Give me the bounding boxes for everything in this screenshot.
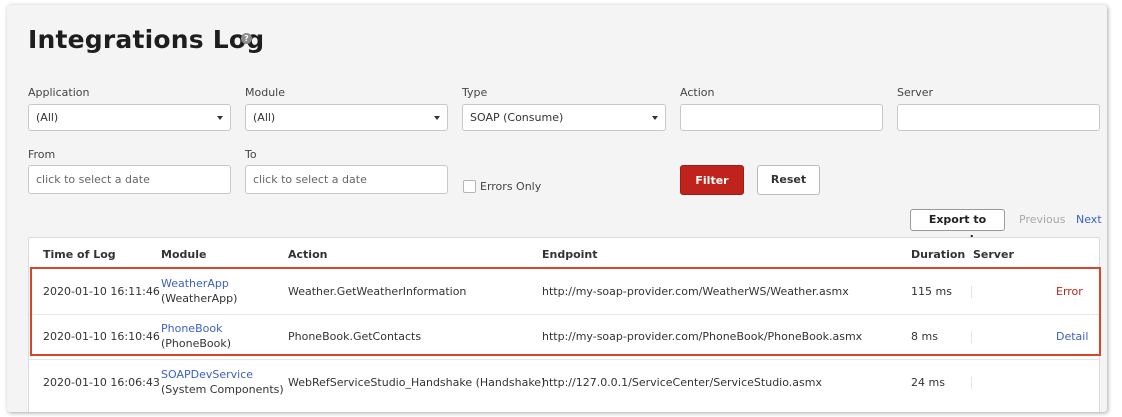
module-label: Module bbox=[245, 86, 285, 99]
from-label: From bbox=[28, 148, 56, 161]
column-header-action: Action bbox=[288, 248, 328, 261]
table-row[interactable]: 2020-01-10 16:10:46 PhoneBook (PhoneBook… bbox=[29, 315, 1099, 359]
pagination-next[interactable]: Next bbox=[1076, 213, 1102, 226]
column-header-time: Time of Log bbox=[43, 248, 116, 261]
row-action: WebRefServiceStudio_Handshake (Handshake… bbox=[288, 376, 546, 389]
row-endpoint: http://127.0.0.1/ServiceCenter/ServiceSt… bbox=[542, 376, 822, 389]
column-header-endpoint: Endpoint bbox=[542, 248, 598, 261]
integrations-log-panel: Integrations Log ? Application (All) Mod… bbox=[7, 5, 1107, 412]
action-label: Action bbox=[680, 86, 715, 99]
column-header-duration: Duration bbox=[911, 248, 966, 261]
column-divider bbox=[971, 331, 972, 343]
errors-only-label[interactable]: Errors Only bbox=[480, 180, 541, 193]
chevron-down-icon bbox=[434, 116, 440, 120]
row-module-sub: (PhoneBook) bbox=[161, 337, 232, 350]
column-divider bbox=[971, 377, 972, 389]
row-error-link[interactable]: Error bbox=[1056, 285, 1083, 298]
row-endpoint: http://my-soap-provider.com/PhoneBook/Ph… bbox=[542, 330, 863, 343]
module-select[interactable]: (All) bbox=[245, 104, 448, 131]
help-icon[interactable]: ? bbox=[241, 33, 252, 44]
server-label: Server bbox=[897, 86, 934, 99]
row-action: PhoneBook.GetContacts bbox=[288, 330, 422, 343]
row-detail-link[interactable]: Detail bbox=[1056, 330, 1088, 343]
row-module-sub: (System Components) bbox=[161, 383, 284, 396]
row-module-link[interactable]: WeatherApp bbox=[161, 277, 229, 290]
application-select[interactable]: (All) bbox=[28, 104, 231, 131]
application-label: Application bbox=[28, 86, 90, 99]
table-row[interactable]: 2020-01-10 16:11:46 WeatherApp (WeatherA… bbox=[29, 269, 1099, 314]
integrations-log-table: Time of Log Module Action Endpoint Durat… bbox=[28, 237, 1100, 412]
type-select[interactable]: SOAP (Consume) bbox=[462, 104, 666, 131]
column-header-module: Module bbox=[161, 248, 207, 261]
export-to-excel-button[interactable]: Export to excel bbox=[910, 209, 1005, 246]
row-duration: 24 ms bbox=[911, 376, 945, 389]
row-endpoint: http://my-soap-provider.com/WeatherWS/We… bbox=[542, 285, 849, 298]
row-time: 2020-01-10 16:06:43 bbox=[43, 376, 160, 389]
application-select-value: (All) bbox=[36, 111, 59, 124]
errors-only-checkbox[interactable] bbox=[463, 180, 476, 193]
row-module-sub: (WeatherApp) bbox=[161, 292, 238, 305]
action-input[interactable] bbox=[680, 104, 883, 131]
chevron-down-icon bbox=[652, 116, 658, 120]
type-select-value: SOAP (Consume) bbox=[470, 111, 564, 124]
chevron-down-icon bbox=[217, 116, 223, 120]
table-row[interactable]: 2020-01-10 16:06:43 SOAPDevService (Syst… bbox=[29, 360, 1099, 406]
row-module-link[interactable]: SOAPDevService bbox=[161, 368, 253, 381]
row-module-link[interactable]: PhoneBook bbox=[161, 322, 222, 335]
row-time: 2020-01-10 16:10:46 bbox=[43, 330, 160, 343]
to-label: To bbox=[245, 148, 257, 161]
type-label: Type bbox=[462, 86, 488, 99]
page-title: Integrations Log bbox=[28, 25, 265, 54]
filter-button[interactable]: Filter bbox=[680, 165, 744, 195]
row-action: Weather.GetWeatherInformation bbox=[288, 285, 467, 298]
from-date-input[interactable]: click to select a date bbox=[28, 165, 231, 194]
reset-button[interactable]: Reset bbox=[757, 165, 820, 195]
row-duration: 115 ms bbox=[911, 285, 952, 298]
row-time: 2020-01-10 16:11:46 bbox=[43, 285, 160, 298]
pagination-previous[interactable]: Previous bbox=[1019, 213, 1066, 226]
to-date-input[interactable]: click to select a date bbox=[245, 165, 448, 194]
module-select-value: (All) bbox=[253, 111, 276, 124]
row-duration: 8 ms bbox=[911, 330, 938, 343]
column-header-server: Server bbox=[973, 248, 1014, 261]
column-divider bbox=[971, 286, 972, 298]
server-input[interactable] bbox=[897, 104, 1100, 131]
